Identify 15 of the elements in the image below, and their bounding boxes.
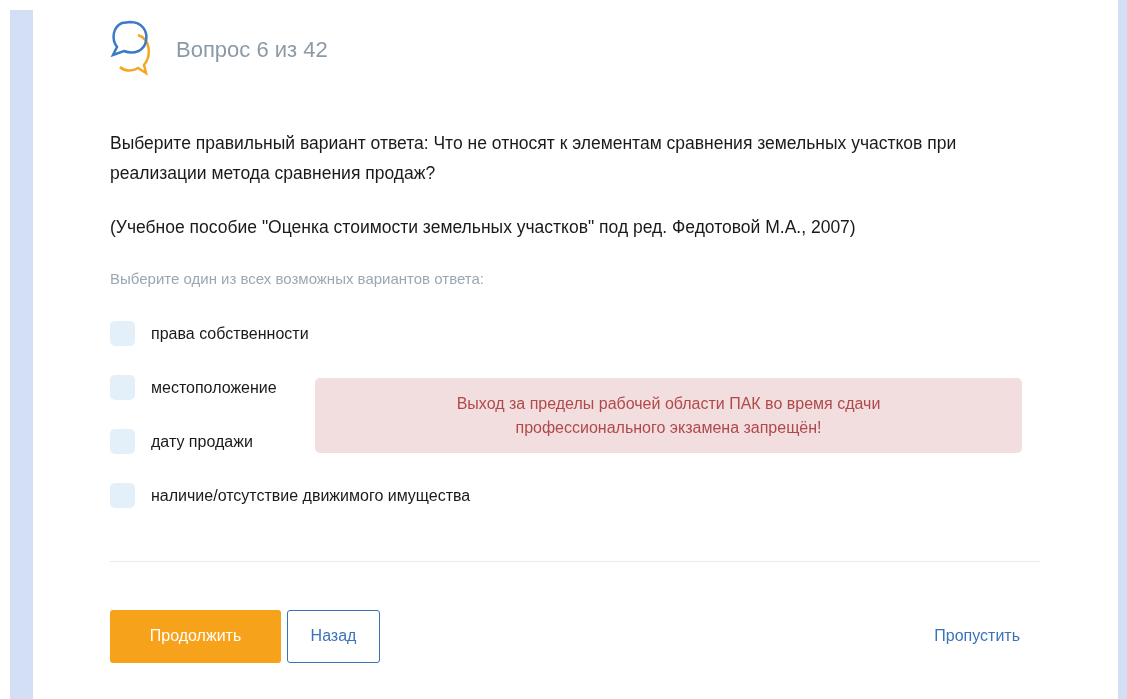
- option-label: местоположение: [151, 377, 277, 398]
- option-label: наличие/отсутствие движимого имущества: [151, 485, 471, 506]
- checkbox[interactable]: [110, 321, 135, 346]
- option-label: дату продажи: [151, 431, 253, 452]
- question-source: (Учебное пособие "Оценка стоимости земельных участков" под ред. Федотовой М.А., 2007): [110, 216, 857, 239]
- checkbox[interactable]: [110, 375, 135, 400]
- checkbox[interactable]: [110, 483, 135, 508]
- instruction-text: Выберите один из всех возможных вариантов ответа:: [110, 269, 485, 289]
- skip-link[interactable]: Пропустить: [934, 624, 1020, 648]
- back-button[interactable]: Назад: [287, 609, 380, 663]
- question-text: Выберите правильный вариант ответа: Что не относят к элементам сравнения земельных участков при реализации метода сравнения продаж?: [110, 132, 958, 185]
- warning-alert: Выход за пределы рабочей области ПАК во время сдачи профессионального экзамена запрещён!: [315, 378, 1022, 453]
- option-label: права собственности: [151, 323, 309, 344]
- checkbox[interactable]: [110, 429, 135, 454]
- question-counter: Вопрос 6 из 42: [176, 35, 328, 64]
